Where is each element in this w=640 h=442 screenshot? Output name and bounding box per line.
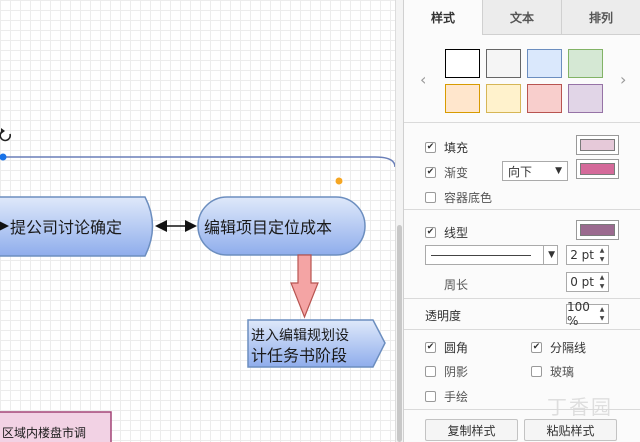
connection-point[interactable] (334, 176, 344, 186)
gradient-color-button[interactable] (576, 159, 619, 179)
tab-text[interactable]: 文本 (482, 0, 561, 35)
divider-option-row: ✔ 分隔线 (531, 339, 586, 356)
fill-color-button[interactable] (576, 135, 619, 155)
line-row: ✔ 线型 (425, 224, 468, 241)
perimeter-value: 0 pt (570, 275, 594, 289)
divider (404, 298, 640, 299)
fill-row: ✔ 填充 (425, 139, 468, 156)
style-swatch[interactable] (445, 84, 480, 113)
perimeter-label: 周长 (444, 278, 469, 292)
fill-color-swatch (580, 139, 615, 151)
style-swatch[interactable] (486, 84, 521, 113)
divider (404, 209, 640, 210)
selected-container-edge (0, 156, 395, 168)
container-bg-row: 容器底色 (425, 189, 492, 206)
rounded-label: 圆角 (444, 341, 469, 355)
style-swatches: ‹ › (404, 35, 640, 123)
line-pattern-preview (431, 254, 531, 256)
line-width-value: 2 pt (570, 248, 594, 262)
divider (404, 329, 640, 330)
sketch-row: 手绘 (425, 388, 468, 405)
shape-enter-label-2: 计任务书阶段 (251, 346, 347, 365)
style-swatch[interactable] (527, 84, 562, 113)
gradient-color-swatch (580, 163, 615, 175)
shape-market-label: 区域内楼盘市调 (2, 425, 86, 440)
fill-label: 填充 (444, 141, 469, 155)
shape-edit-cost-label: 编辑项目定位成本 (204, 218, 332, 237)
fill-checkbox[interactable]: ✔ (425, 142, 436, 153)
sketch-checkbox[interactable] (425, 391, 436, 402)
caret-down-icon: ▼ (543, 246, 555, 264)
line-checkbox[interactable]: ✔ (425, 227, 436, 238)
shape-enter-label-1: 进入编辑规划设 (251, 328, 349, 344)
selection-handle[interactable] (0, 153, 7, 161)
shape-discuss-label: 提公司讨论确定 (10, 218, 122, 237)
chevron-right-icon[interactable]: › (620, 70, 626, 89)
watermark-logo: 丁香园 (497, 385, 637, 425)
style-swatch[interactable] (527, 49, 562, 78)
swatch-grid (445, 49, 603, 113)
style-swatch[interactable] (568, 84, 603, 113)
sketch-label: 手绘 (444, 390, 469, 404)
container-bg-checkbox[interactable] (425, 192, 436, 203)
glass-row: 玻璃 (531, 363, 574, 380)
divider-checkbox[interactable]: ✔ (531, 342, 542, 353)
gradient-row: ✔ 渐变 (425, 164, 468, 181)
tab-arrange[interactable]: 排列 (561, 0, 640, 35)
gradient-direction-select[interactable]: 向下 ▼ (502, 161, 568, 181)
gradient-direction-value: 向下 (508, 164, 533, 179)
divider-label: 分隔线 (550, 341, 587, 355)
shadow-row: 阴影 (425, 363, 468, 380)
container-bg-label: 容器底色 (444, 191, 493, 205)
opacity-value: 100 % (567, 300, 590, 328)
panel-tabs: 样式 文本 排列 (404, 0, 640, 35)
perimeter-input[interactable]: 0 pt ▲ ▼ (566, 272, 609, 292)
glass-checkbox[interactable] (531, 366, 542, 377)
opacity-row: 透明度 (425, 307, 461, 324)
opacity-input[interactable]: 100 % ▲ ▼ (566, 300, 609, 328)
format-panel: 样式 文本 排列 ‹ › ✔ 填充 ✔ 渐变 向下 ▼ 容器底色 ✔ 线型 ▼ … (403, 0, 640, 442)
watermark-text: 丁香园 (547, 395, 613, 419)
rotate-icon[interactable] (0, 128, 12, 142)
opacity-label: 透明度 (425, 309, 462, 323)
shadow-label: 阴影 (444, 365, 469, 379)
tab-style[interactable]: 样式 (404, 0, 482, 35)
line-width-input[interactable]: 2 pt ▲ ▼ (566, 245, 609, 265)
line-pattern-select[interactable]: ▼ (425, 245, 558, 265)
line-color-swatch (580, 224, 615, 236)
rounded-row: ✔ 圆角 (425, 339, 468, 356)
stepper-icon[interactable]: ▲ ▼ (597, 274, 607, 290)
glass-label: 玻璃 (550, 365, 575, 379)
red-down-arrow[interactable] (290, 254, 319, 319)
gradient-label: 渐变 (444, 166, 469, 180)
caret-down-icon: ▼ (555, 166, 562, 176)
style-swatch[interactable] (445, 49, 480, 78)
stepper-icon[interactable]: ▲ ▼ (597, 306, 607, 322)
canvas-scrollbar[interactable] (395, 0, 403, 442)
line-color-button[interactable] (576, 220, 619, 240)
shadow-checkbox[interactable] (425, 366, 436, 377)
stepper-icon[interactable]: ▲ ▼ (597, 247, 607, 263)
gradient-checkbox[interactable]: ✔ (425, 167, 436, 178)
perimeter-row: 周长 (444, 276, 468, 293)
diagram-svg: 提公司讨论确定 编辑项目定位成本 进入编辑规划设 计任务书阶段 区域内楼盘市调 (0, 128, 395, 442)
line-label: 线型 (444, 226, 469, 240)
chevron-left-icon[interactable]: ‹ (420, 70, 426, 89)
diagram-canvas[interactable]: 提公司讨论确定 编辑项目定位成本 进入编辑规划设 计任务书阶段 区域内楼盘市调 (0, 0, 395, 442)
style-swatch[interactable] (486, 49, 521, 78)
canvas-scrollbar-thumb[interactable] (397, 225, 402, 442)
rounded-checkbox[interactable]: ✔ (425, 342, 436, 353)
style-swatch[interactable] (568, 49, 603, 78)
